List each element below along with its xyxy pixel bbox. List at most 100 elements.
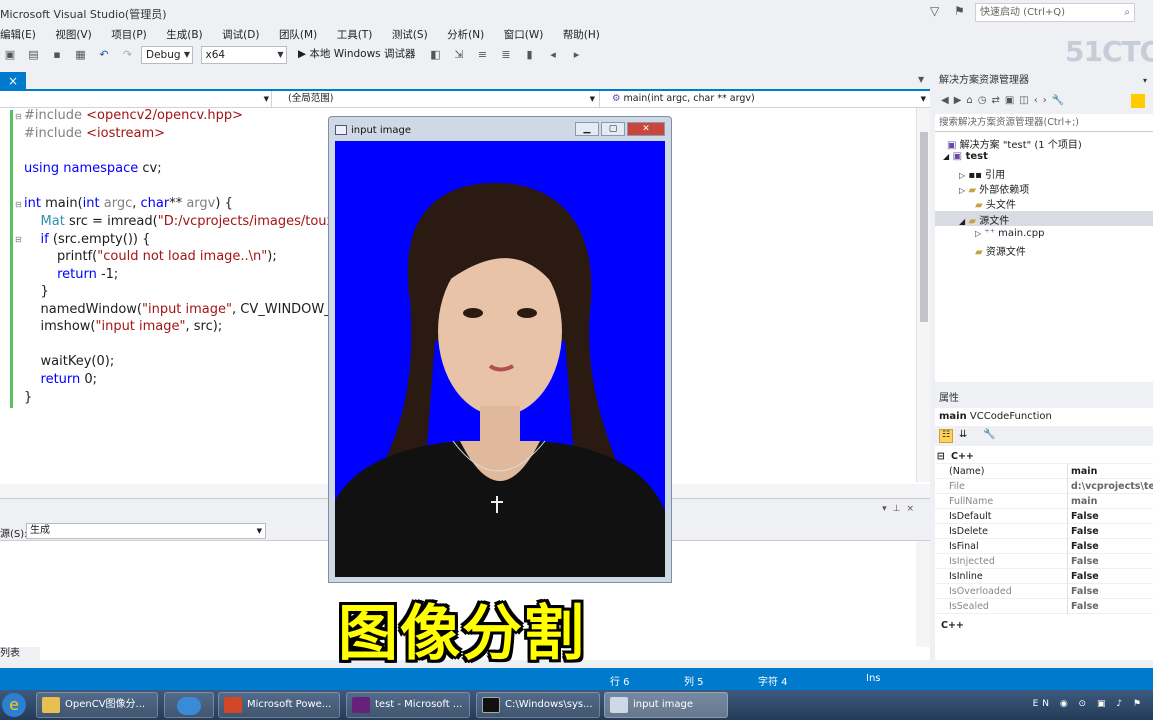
expanded-arrow-icon: ◢	[943, 152, 950, 161]
menu-tools[interactable]: 工具(T)	[329, 26, 381, 44]
property-description: C++	[935, 618, 1153, 633]
ie-icon[interactable]: e	[2, 693, 26, 717]
property-name: IsSealed	[949, 601, 989, 612]
close-button[interactable]: ✕	[627, 122, 665, 136]
bookmark-prev-icon[interactable]: ◂	[545, 47, 561, 63]
output-source-dropdown[interactable]: 生成 ▼	[26, 523, 266, 539]
quick-launch-input[interactable]: 快速启动 (Ctrl+Q) ⌕	[975, 3, 1135, 22]
input-image-window[interactable]: input image ▁ ▢ ✕	[328, 116, 672, 583]
open-icon[interactable]: ▤	[26, 47, 42, 63]
fold-icon[interactable]: ⊟	[15, 200, 22, 209]
minimize-button[interactable]: ▁	[575, 122, 599, 136]
task-powerpoint[interactable]: Microsoft Powe...	[218, 692, 340, 718]
tree-references[interactable]: ▷ ▪▪ 引用	[959, 166, 1005, 181]
property-row[interactable]: FullName main	[935, 494, 1153, 509]
filter-icon[interactable]: ▽	[930, 4, 939, 18]
menu-analyze[interactable]: 分析(N)	[439, 26, 492, 44]
tree-header-files[interactable]: ▰ 头文件	[975, 196, 1016, 211]
property-row[interactable]: IsInline False	[935, 569, 1153, 584]
tab-list-icon[interactable]: ▼	[918, 75, 924, 84]
solution-search-input[interactable]: 搜索解决方案资源管理器(Ctrl+;)	[935, 114, 1153, 132]
member-dropdown[interactable]: ⚙ main(int argc, char ** argv) ▼	[604, 91, 930, 107]
property-row[interactable]: File d:\vcprojects\tes	[935, 479, 1153, 494]
tree-label: 资源文件	[985, 247, 1026, 258]
browser-icon	[177, 697, 201, 715]
quick-launch-placeholder: 快速启动 (Ctrl+Q)	[980, 7, 1066, 18]
save-all-icon[interactable]: ▦	[73, 47, 89, 63]
chevron-down-icon: ▼	[277, 50, 284, 59]
feedback-icon[interactable]: ⚑	[954, 4, 965, 18]
task-folder[interactable]: OpenCV图像分...	[36, 692, 158, 718]
task-input-image[interactable]: input image	[604, 692, 728, 718]
categorized-icon[interactable]: ☷	[939, 429, 953, 443]
property-row[interactable]: IsFinal False	[935, 539, 1153, 554]
property-row[interactable]: IsOverloaded False	[935, 584, 1153, 599]
fold-icon[interactable]: ⊟	[15, 235, 22, 244]
menu-build[interactable]: 生成(B)	[158, 26, 210, 44]
bookmark-next-icon[interactable]: ▸	[569, 47, 585, 63]
config-dropdown[interactable]: Debug ▼	[141, 46, 193, 64]
property-value: False	[1071, 556, 1099, 567]
panel-controls-icon[interactable]: ▾⊥×	[882, 504, 920, 514]
property-category[interactable]: ⊟ C++	[935, 449, 1153, 464]
task-console[interactable]: C:\Windows\sys...	[476, 692, 600, 718]
platform-dropdown[interactable]: x64 ▼	[200, 46, 287, 64]
run-debugger-button[interactable]: ▶ 本地 Windows 调试器	[294, 46, 422, 64]
menu-window[interactable]: 窗口(W)	[496, 26, 552, 44]
comment-icon[interactable]: ≡	[475, 47, 491, 63]
breakpoint-icon[interactable]: ◧	[428, 47, 444, 63]
property-row[interactable]: IsDelete False	[935, 524, 1153, 539]
property-row[interactable]: IsInjected False	[935, 554, 1153, 569]
scrollbar-thumb[interactable]	[920, 132, 928, 322]
navigation-icons[interactable]: ◀▶⌂◷⇄▣◫‹›🔧	[941, 95, 1069, 106]
task-browser[interactable]	[164, 692, 214, 718]
property-name: (Name)	[949, 466, 985, 477]
tree-resource-files[interactable]: ▰ 资源文件	[975, 243, 1026, 258]
redo-icon[interactable]: ↷	[120, 47, 136, 63]
undo-icon[interactable]: ↶	[96, 47, 112, 63]
tree-solution[interactable]: ▣ 解决方案 "test" (1 个项目)	[947, 136, 1082, 151]
taskbar: e OpenCV图像分... Microsoft Powe... test - …	[0, 690, 1153, 720]
menu-debug[interactable]: 调试(D)	[214, 26, 267, 44]
project-dropdown[interactable]: ▼	[0, 91, 272, 107]
tree-label: 头文件	[985, 200, 1016, 211]
maximize-button[interactable]: ▢	[601, 122, 625, 136]
tree-label: 引用	[985, 170, 1006, 181]
system-tray[interactable]: EN ◉ ⊙ ▣ ♪ ⚑	[1033, 699, 1145, 709]
menu-team[interactable]: 团队(M)	[271, 26, 325, 44]
alphabetical-icon[interactable]: ⇊	[959, 429, 967, 440]
save-icon[interactable]: ▪	[49, 47, 65, 63]
property-row[interactable]: (Name) main	[935, 464, 1153, 479]
fold-icon[interactable]: ⊟	[15, 112, 22, 121]
bookmark-icon[interactable]: ▮	[522, 47, 538, 63]
displayed-image	[335, 141, 665, 577]
code-line-8: if (src.empty()) {	[40, 232, 151, 247]
menu-project[interactable]: 项目(P)	[103, 26, 155, 44]
error-list-tab[interactable]: 列表	[0, 647, 40, 661]
references-icon: ▪▪	[968, 170, 982, 181]
properties-object[interactable]: main VCCodeFunction	[935, 408, 1153, 426]
menu-view[interactable]: 视图(V)	[47, 26, 99, 44]
pin-icon[interactable]	[1131, 94, 1145, 108]
property-row[interactable]: IsDefault False	[935, 509, 1153, 524]
scope-dropdown[interactable]: (全局范围) ▼	[280, 91, 600, 107]
menu-test[interactable]: 测试(S)	[384, 26, 436, 44]
tree-source-files[interactable]: ◢ ▰ 源文件	[959, 212, 1009, 227]
document-tab-close[interactable]: ×	[0, 72, 26, 90]
output-scrollbar[interactable]	[916, 541, 930, 647]
uncomment-icon[interactable]: ≣	[498, 47, 514, 63]
task-visual-studio[interactable]: test - Microsoft ...	[346, 692, 470, 718]
tree-external-deps[interactable]: ▷ ▰ 外部依赖项	[959, 181, 1029, 196]
menu-help[interactable]: 帮助(H)	[555, 26, 608, 44]
new-project-icon[interactable]: ▣	[2, 47, 18, 63]
menu-edit[interactable]: 编辑(E)	[0, 26, 44, 44]
editor-vertical-scrollbar[interactable]	[916, 108, 930, 482]
property-row[interactable]: IsSealed False	[935, 599, 1153, 614]
tree-project[interactable]: ◢ ▣ test	[943, 151, 988, 162]
chevron-down-icon[interactable]: ▾	[1143, 72, 1147, 90]
property-pages-icon[interactable]: 🔧	[983, 429, 995, 440]
step-icon[interactable]: ⇲	[451, 47, 467, 63]
property-name: FullName	[949, 496, 994, 507]
tree-main-cpp[interactable]: ▷ ⁺⁺ main.cpp	[975, 228, 1044, 239]
code-line-13: imshow("input image", src);	[24, 319, 223, 334]
